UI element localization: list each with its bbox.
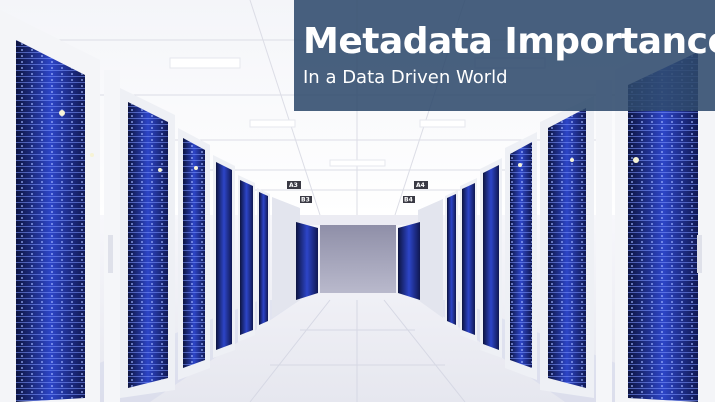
svg-text:A4: A4 <box>416 182 425 189</box>
svg-text:B4: B4 <box>404 197 413 204</box>
aisle-sign-b4: B4 <box>403 196 415 204</box>
banner-title: Metadata Importance <box>303 21 715 62</box>
svg-text:A3: A3 <box>289 182 298 189</box>
banner-subtitle: In a Data Driven World <box>303 67 508 88</box>
aisle-sign-a3: A3 <box>287 181 301 189</box>
aisle-sign-b3: B3 <box>300 196 312 204</box>
aisle-sign-a4: A4 <box>414 181 428 189</box>
svg-text:B3: B3 <box>301 197 310 204</box>
